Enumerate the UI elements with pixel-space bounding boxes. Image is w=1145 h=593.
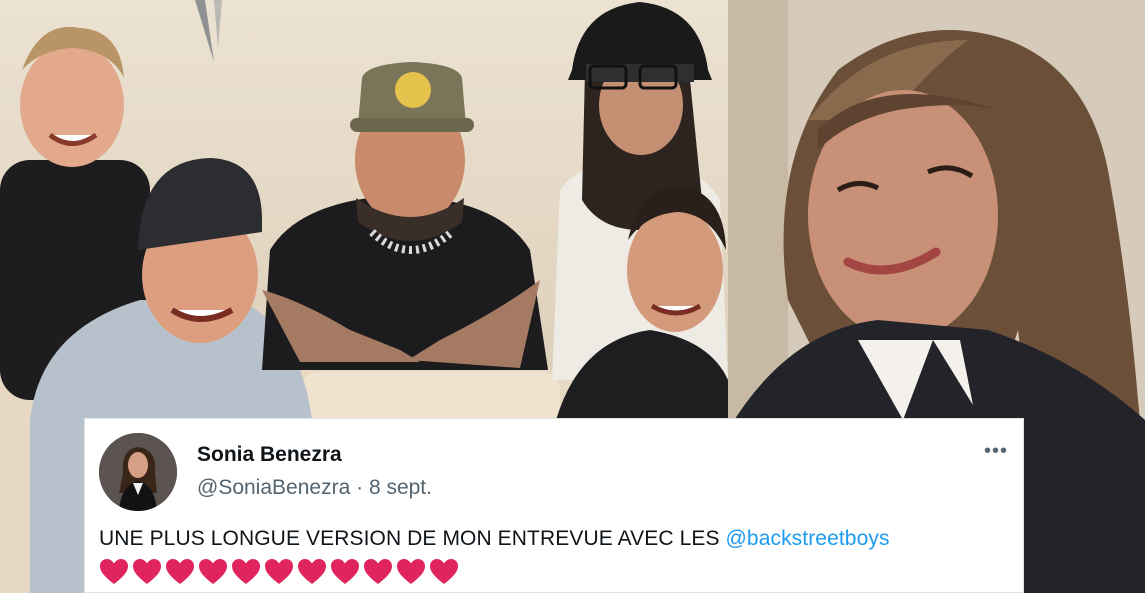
tweet-text: UNE PLUS LONGUE VERSION DE MON ENTREVUE … xyxy=(99,527,890,551)
red-heart-icon xyxy=(232,559,260,584)
red-heart-icon xyxy=(265,559,293,584)
heart-emoji-row xyxy=(99,558,459,585)
red-heart-icon xyxy=(199,559,227,584)
avatar-image xyxy=(99,433,177,511)
red-heart-icon xyxy=(100,559,128,584)
red-heart-icon xyxy=(133,559,161,584)
red-heart-icon xyxy=(166,559,194,584)
red-heart-icon xyxy=(331,559,359,584)
tweet-meta: @SoniaBenezra · 8 sept. xyxy=(197,476,432,500)
more-options-button[interactable]: ••• xyxy=(981,441,1011,461)
meta-separator: · xyxy=(356,476,364,499)
author-avatar[interactable] xyxy=(99,433,177,511)
red-heart-icon xyxy=(298,559,326,584)
author-name[interactable]: Sonia Benezra xyxy=(197,443,342,467)
composite-image: Sonia Benezra @SoniaBenezra · 8 sept. ••… xyxy=(0,0,1145,593)
tweet-text-body: UNE PLUS LONGUE VERSION DE MON ENTREVUE … xyxy=(99,527,726,550)
red-heart-icon xyxy=(397,559,425,584)
red-heart-icon xyxy=(430,559,458,584)
tweet-date[interactable]: 8 sept. xyxy=(369,476,432,499)
mention-link[interactable]: @backstreetboys xyxy=(726,527,890,550)
tweet-card[interactable]: Sonia Benezra @SoniaBenezra · 8 sept. ••… xyxy=(84,418,1024,593)
red-heart-icon xyxy=(364,559,392,584)
author-handle[interactable]: @SoniaBenezra xyxy=(197,476,350,499)
